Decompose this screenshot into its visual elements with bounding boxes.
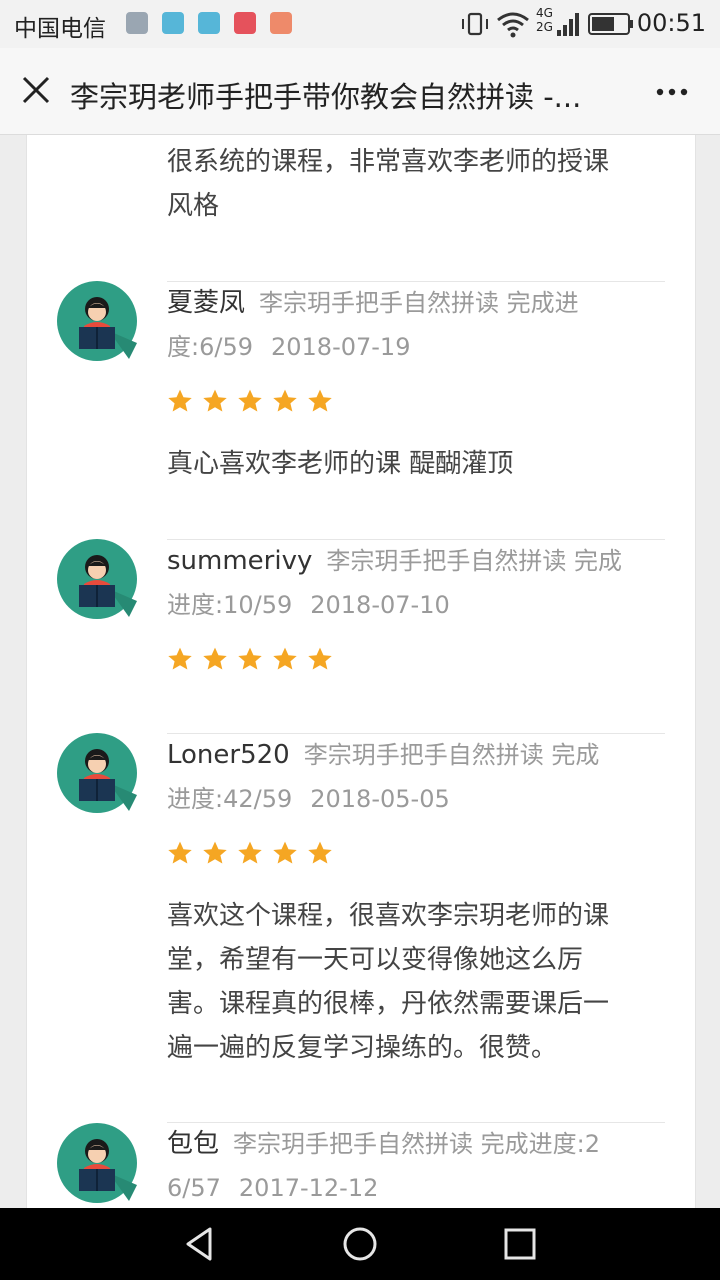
avatar-reader-icon [57, 1123, 137, 1203]
review-meta: Loner520 李宗玥手把手自然拼读 完成 进度:42/59 2018-05-05 [167, 733, 672, 821]
review-meta: summerivy 李宗玥手把手自然拼读 完成 进度:10/59 2018-07-1… [167, 539, 672, 627]
review-course-progress: 李宗玥手把手自然拼读 完成进度:2 [233, 1130, 600, 1158]
review-meta: 包包 李宗玥手把手自然拼读 完成进度:2 6/57 2017-12-12 [167, 1122, 672, 1208]
review-text-line: 喜欢这个课程，很喜欢李宗玥老师的课 [167, 901, 610, 931]
avatar-reader-icon [57, 539, 137, 619]
review-list[interactable]: 很系统的课程，非常喜欢李老师的授课 风格 夏菱凤 李宗玥手把手自然拼读 完成进 度… [26, 135, 696, 1208]
page-title: 李宗玥老师手把手带你教会自然拼读 -... [70, 80, 582, 114]
star-icon [168, 841, 192, 864]
signal-icon [557, 13, 579, 36]
star-icon [168, 389, 192, 412]
star-icon [238, 841, 262, 864]
review-text: 很系统的课程，非常喜欢李老师的授课 风格 [167, 140, 609, 228]
review-text-line: 害。课程真的很棒，丹依然需要课后一 [167, 989, 610, 1019]
avatar-reader-icon [57, 281, 137, 361]
review-text-line: 遍一遍的反复学习操练的。很赞。 [167, 1033, 558, 1063]
review-text-line: 堂，希望有一天可以变得像她这么厉 [167, 945, 584, 975]
review-username[interactable]: 夏菱凤 [167, 288, 245, 318]
star-icon [238, 389, 262, 412]
star-icon [308, 647, 332, 670]
star-icon [308, 389, 332, 412]
star-icon [273, 647, 297, 670]
review-course-progress: 进度:10/59 [167, 591, 293, 619]
review-date: 2018-07-10 [310, 591, 450, 619]
battery-icon [588, 13, 633, 35]
status-bar: 中国电信 4G 2G 00:51 [0, 0, 720, 48]
star-icon [203, 389, 227, 412]
home-icon[interactable] [340, 1224, 380, 1264]
review-username[interactable]: Loner520 [167, 740, 290, 770]
star-icon [203, 647, 227, 670]
star-icon [308, 841, 332, 864]
carrier-label: 中国电信 [14, 16, 106, 42]
back-icon[interactable] [180, 1224, 220, 1264]
review-course-progress: 李宗玥手把手自然拼读 完成 [326, 547, 623, 575]
review-text-line: 真心喜欢李老师的课 醍醐灌顶 [167, 449, 514, 479]
review-course-progress: 度:6/59 [167, 333, 253, 361]
review-text-line: 风格 [167, 191, 220, 221]
app-notification-icon [270, 12, 292, 34]
review-course-progress: 6/57 [167, 1174, 221, 1202]
star-icon [273, 389, 297, 412]
review-meta: 夏菱凤 李宗玥手把手自然拼读 完成进 度:6/59 2018-07-19 [167, 281, 672, 369]
review-course-progress: 李宗玥手把手自然拼读 完成进 [259, 289, 579, 317]
wifi-icon [497, 12, 529, 38]
star-icon [203, 841, 227, 864]
vibrate-icon [462, 12, 488, 36]
system-nav-bar [0, 1208, 720, 1280]
webview-title-bar: 李宗玥老师手把手带你教会自然拼读 -... [0, 48, 720, 135]
shield-notification-icon [198, 12, 220, 34]
close-button[interactable] [18, 72, 54, 108]
gallery-notification-icon [126, 12, 148, 34]
review-text: 真心喜欢李老师的课 醍醐灌顶 [167, 442, 513, 486]
star-icon [238, 647, 262, 670]
recent-apps-icon[interactable] [500, 1224, 540, 1264]
more-button[interactable] [654, 68, 690, 113]
review-username[interactable]: summerivy [167, 546, 312, 576]
more-icon [656, 88, 688, 96]
avatar-reader-icon [57, 733, 137, 813]
heart-notification-icon [234, 12, 256, 34]
review-date: 2017-12-12 [238, 1174, 379, 1202]
review-date: 2018-07-19 [270, 333, 411, 361]
review-text: 喜欢这个课程，很喜欢李宗玥老师的课 堂，希望有一天可以变得像她这么厉 害。课程真… [167, 894, 609, 1070]
star-icon [273, 841, 297, 864]
review-text-line: 很系统的课程，非常喜欢李老师的授课 [167, 147, 610, 177]
close-icon [22, 76, 50, 104]
review-course-progress: 进度:42/59 [167, 785, 293, 813]
review-course-progress: 李宗玥手把手自然拼读 完成 [303, 741, 600, 769]
review-date: 2018-05-05 [310, 785, 450, 813]
review-username[interactable]: 包包 [167, 1129, 219, 1159]
shield-notification-icon [162, 12, 184, 34]
star-icon [168, 647, 192, 670]
clock: 00:51 [636, 9, 706, 37]
network-type-label: 4G 2G [536, 6, 553, 34]
